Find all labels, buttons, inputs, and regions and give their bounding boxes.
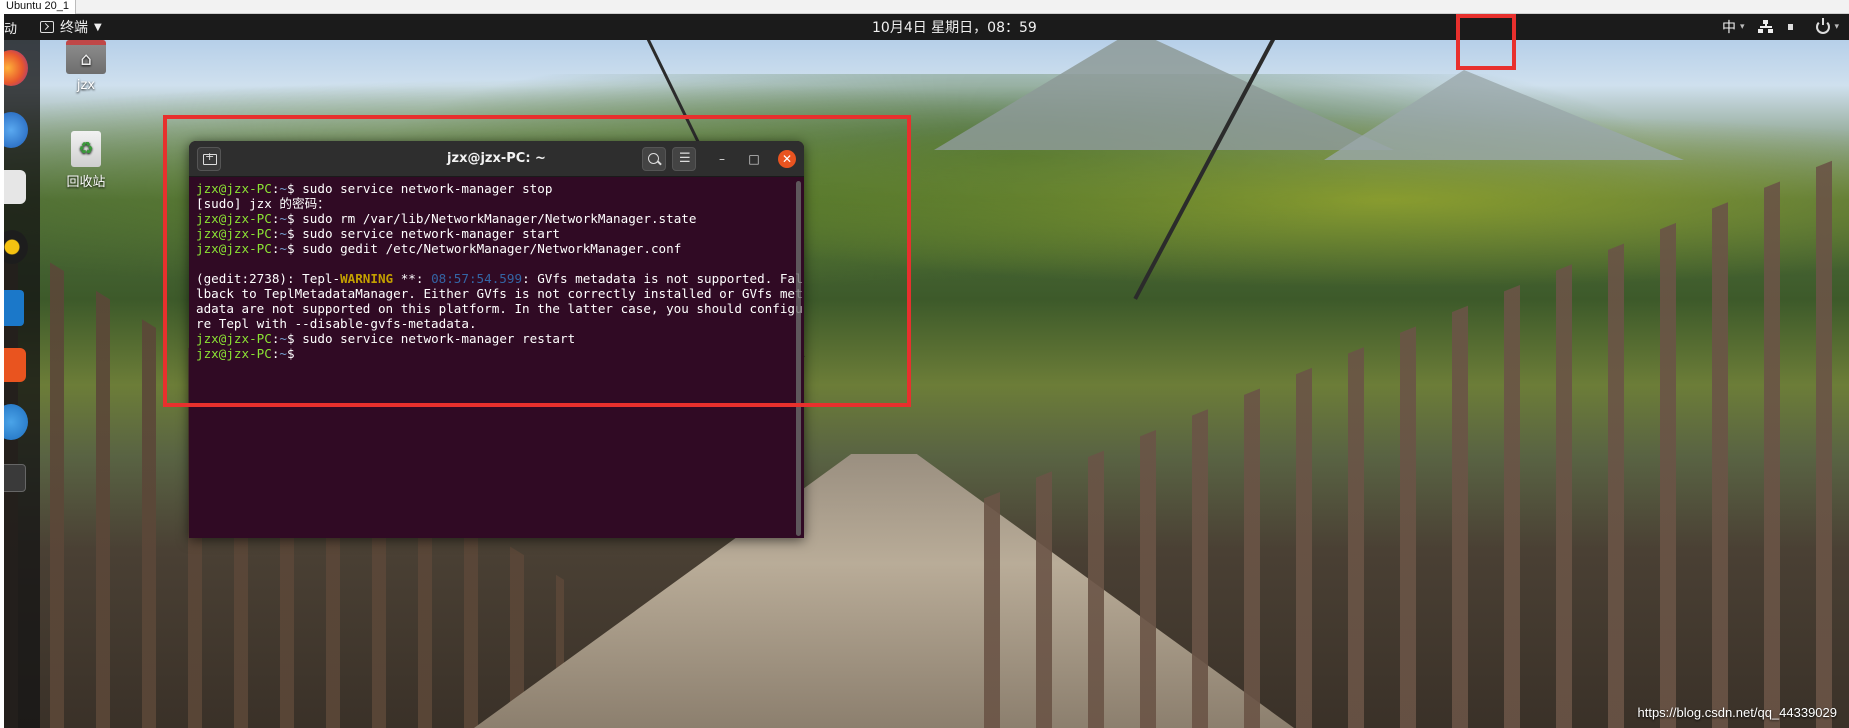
app-menu[interactable]: 终端 ▼: [40, 17, 102, 37]
files-icon[interactable]: [4, 170, 26, 204]
software-store-icon[interactable]: [4, 348, 26, 382]
rhythmbox-icon[interactable]: [4, 230, 28, 264]
input-method-indicator[interactable]: 中: [1722, 17, 1736, 37]
trash-icon: [71, 131, 101, 167]
annotation-box-network-icon: [1456, 14, 1516, 70]
app-menu-label: 终端: [60, 20, 88, 36]
vm-tab[interactable]: Ubuntu 20_1: [0, 0, 76, 14]
desktop-trash[interactable]: 回收站: [51, 131, 121, 190]
host-window-titlebar: Ubuntu 20_1: [0, 0, 1849, 14]
power-icon[interactable]: [1816, 18, 1831, 34]
watermark: https://blog.csdn.net/qq_44339029: [1637, 705, 1838, 720]
ubuntu-desktop: 动 终端 ▼ 10月4日 星期日，08：59 中 ▾ ▾ ⌂ jzx ♻ 回收站…: [4, 14, 1849, 728]
volume-icon[interactable]: [1788, 20, 1802, 34]
dock: [4, 40, 40, 728]
activities-button[interactable]: 动: [4, 18, 17, 37]
thunderbird-icon[interactable]: [4, 112, 28, 148]
libreoffice-writer-icon[interactable]: [4, 290, 24, 326]
home-folder-icon: [66, 40, 106, 74]
firefox-icon[interactable]: [4, 50, 28, 86]
clock[interactable]: 10月4日 星期日，08：59: [872, 17, 1037, 37]
desktop-home-folder[interactable]: jzx: [51, 40, 121, 93]
annotation-box-terminal: [163, 115, 911, 407]
chevron-down-icon: ▾: [1834, 22, 1839, 32]
network-wired-icon[interactable]: [1758, 20, 1774, 34]
trash-label: 回收站: [66, 175, 106, 190]
chevron-down-icon: ▾: [1739, 22, 1745, 32]
show-apps-icon[interactable]: [4, 464, 26, 492]
gnome-top-bar: 动 终端 ▼ 10月4日 星期日，08：59 中 ▾ ▾: [4, 14, 1849, 40]
terminal-icon: [40, 21, 54, 33]
chevron-down-icon: ▼: [94, 21, 102, 33]
help-icon[interactable]: [4, 404, 28, 440]
home-folder-label: jzx: [76, 78, 96, 93]
system-tray[interactable]: 中 ▾ ▾: [1722, 16, 1849, 38]
